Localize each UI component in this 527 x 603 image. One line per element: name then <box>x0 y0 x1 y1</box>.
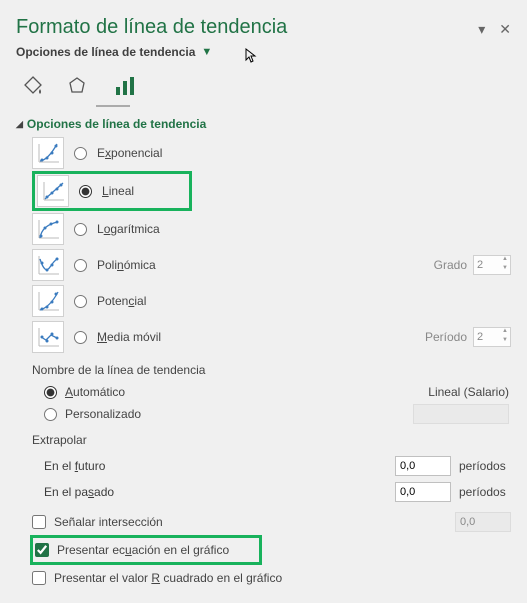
polynomial-thumb-icon <box>32 249 64 281</box>
period-label: Período <box>425 330 467 344</box>
fill-tab-icon[interactable] <box>20 73 46 99</box>
effects-tab-icon[interactable] <box>64 73 90 99</box>
moving-avg-thumb-icon <box>32 321 64 353</box>
custom-name-input[interactable] <box>413 404 509 424</box>
power-radio[interactable] <box>74 295 87 308</box>
show-r2-label: Presentar el valor R cuadrado en el gráf… <box>54 571 282 585</box>
degree-spinner[interactable]: 2▲▼ <box>473 255 511 275</box>
chevron-down-icon: ▼ <box>201 46 212 58</box>
close-icon[interactable]: ✕ <box>499 22 511 36</box>
show-equation-checkbox[interactable] <box>35 543 49 557</box>
forward-input[interactable] <box>395 456 451 476</box>
extrapolate-heading: Extrapolar <box>32 433 511 447</box>
auto-name-radio[interactable] <box>44 386 57 399</box>
exponential-radio[interactable] <box>74 147 87 160</box>
polynomial-label: Polinómica <box>97 258 156 272</box>
logarithmic-thumb-icon <box>32 213 64 245</box>
logarithmic-radio[interactable] <box>74 223 87 236</box>
auto-name-label: Automático <box>65 385 125 399</box>
set-intercept-checkbox[interactable] <box>32 515 46 529</box>
exponential-thumb-icon <box>32 137 64 169</box>
object-selector[interactable]: Opciones de línea de tendencia ▼ <box>16 45 511 59</box>
forward-label: En el futuro <box>44 459 395 473</box>
show-equation-label: Presentar ecuación en el gráfico <box>57 543 229 557</box>
section-title: Opciones de línea de tendencia <box>27 117 206 131</box>
linear-thumb-icon <box>37 175 69 207</box>
logarithmic-label: Logarítmica <box>97 222 160 236</box>
moving-avg-label: Media móvil <box>97 330 161 344</box>
linear-label: Lineal <box>102 184 134 198</box>
backward-label: En el pasado <box>44 485 395 499</box>
task-pane-options-icon[interactable]: ▾ <box>478 22 485 36</box>
backward-unit: períodos <box>459 485 511 499</box>
active-tab-indicator <box>96 105 130 107</box>
show-r2-checkbox[interactable] <box>32 571 46 585</box>
intercept-value-input <box>455 512 511 532</box>
linear-radio[interactable] <box>79 185 92 198</box>
forward-unit: períodos <box>459 459 511 473</box>
custom-name-label: Personalizado <box>65 407 141 421</box>
power-thumb-icon <box>32 285 64 317</box>
backward-input[interactable] <box>395 482 451 502</box>
object-selector-label: Opciones de línea de tendencia <box>16 45 195 59</box>
degree-label: Grado <box>434 258 467 272</box>
custom-name-radio[interactable] <box>44 408 57 421</box>
pane-title: Formato de línea de tendencia <box>16 16 478 39</box>
moving-avg-radio[interactable] <box>74 331 87 344</box>
exponential-label: Exponencial <box>97 146 162 160</box>
trendline-name-heading: Nombre de la línea de tendencia <box>32 363 511 377</box>
period-spinner[interactable]: 2▲▼ <box>473 327 511 347</box>
power-label: Potencial <box>97 294 146 308</box>
polynomial-radio[interactable] <box>74 259 87 272</box>
trendline-options-tab-icon[interactable] <box>108 73 142 99</box>
auto-name-value: Lineal (Salario) <box>428 385 509 399</box>
collapse-icon[interactable]: ◢ <box>16 119 23 130</box>
set-intercept-label: Señalar intersección <box>54 515 163 529</box>
